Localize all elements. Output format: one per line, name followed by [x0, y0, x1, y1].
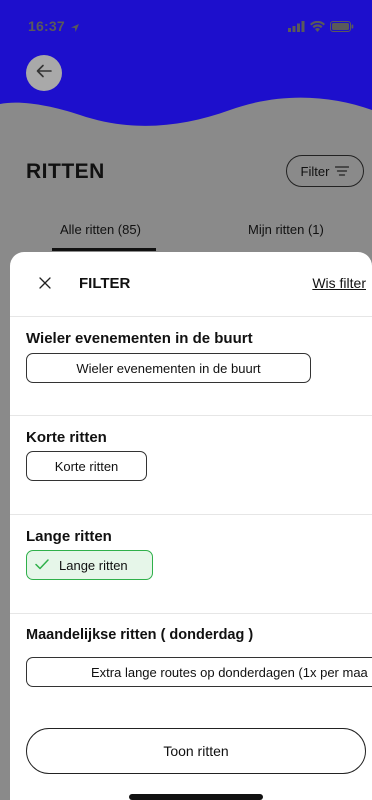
filter-section-nearby-events: Wieler evenementen in de buurt Wieler ev… [10, 316, 372, 416]
status-icons [288, 19, 354, 37]
section-title: Maandelijkse ritten ( donderdag ) [26, 627, 254, 643]
active-tab-indicator [52, 248, 156, 251]
wifi-icon [310, 19, 325, 37]
tab-all-rides[interactable]: Alle ritten (85) [60, 222, 141, 237]
chip-label: Lange ritten [59, 557, 128, 573]
page-title: RITTEN [26, 160, 105, 183]
section-title: Korte ritten [26, 429, 107, 446]
filter-chip-nearby-events[interactable]: Wieler evenementen in de buurt [26, 353, 311, 383]
filter-section-short-rides: Korte ritten Korte ritten [10, 415, 372, 515]
filter-section-long-rides: Lange ritten Lange ritten [10, 514, 372, 614]
back-button[interactable] [26, 55, 62, 91]
filter-lines-icon [335, 164, 350, 179]
location-arrow-icon [70, 20, 80, 38]
clear-filter-link[interactable]: Wis filter [312, 275, 366, 291]
filter-chip-short-rides[interactable]: Korte ritten [26, 451, 147, 481]
tab-my-rides[interactable]: Mijn ritten (1) [248, 222, 324, 237]
filter-sheet-header: FILTER Wis filter [10, 252, 372, 317]
filter-button[interactable]: Filter [286, 155, 364, 187]
show-rides-label: Toon ritten [163, 743, 229, 759]
filter-sheet: FILTER Wis filter Wieler evenementen in … [10, 252, 372, 800]
filter-sheet-title: FILTER [79, 275, 131, 292]
filter-section-monthly-rides: Maandelijkse ritten ( donderdag ) Extra … [10, 613, 372, 712]
filter-button-label: Filter [300, 163, 330, 179]
app-screen: 16:37 RITTEN Filter Alle ritten (85) Mij… [0, 0, 372, 800]
close-button[interactable] [34, 274, 56, 296]
home-indicator [129, 794, 263, 800]
section-title: Wieler evenementen in de buurt [26, 330, 253, 347]
battery-icon [330, 19, 354, 37]
filter-chip-long-rides[interactable]: Lange ritten [26, 550, 153, 580]
chip-label: Extra lange routes op donderdagen (1x pe… [91, 664, 368, 680]
section-title: Lange ritten [26, 528, 112, 545]
chip-label: Korte ritten [54, 458, 119, 474]
tab-bar: Alle ritten (85) Mijn ritten (1) [0, 222, 372, 254]
checkmark-icon [35, 558, 49, 573]
status-bar: 16:37 [0, 0, 372, 44]
status-time: 16:37 [28, 18, 65, 34]
show-rides-button[interactable]: Toon ritten [26, 728, 366, 774]
arrow-left-icon [36, 64, 52, 83]
close-icon [39, 276, 51, 294]
signal-icon [288, 19, 305, 37]
filter-chip-monthly-rides[interactable]: Extra lange routes op donderdagen (1x pe… [26, 657, 372, 687]
chip-label: Wieler evenementen in de buurt [76, 360, 261, 376]
